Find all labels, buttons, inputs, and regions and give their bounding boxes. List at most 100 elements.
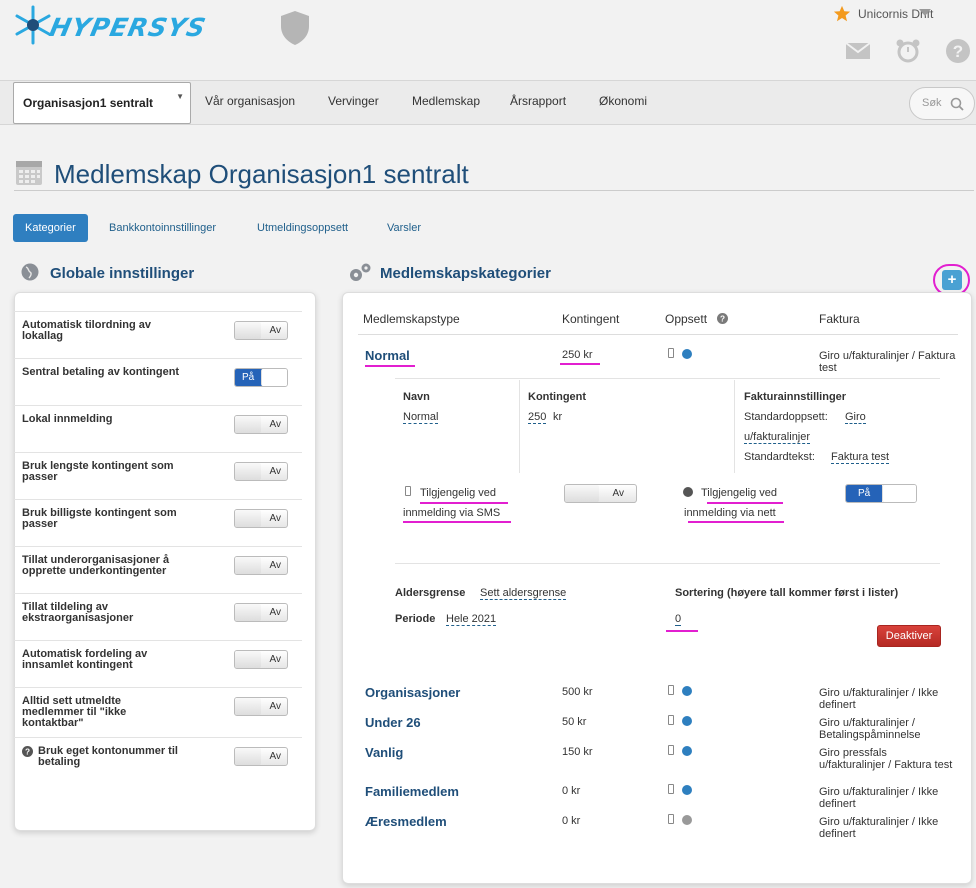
category-name-link[interactable]: Under 26 <box>365 715 421 730</box>
category-fee: 500 kr <box>562 686 593 698</box>
setting-row: Automatisk fordeling av innsamlet kontin… <box>14 640 302 687</box>
header: HYPERSYS Unicornis Drift ? <box>0 0 976 80</box>
star-icon <box>833 5 851 22</box>
category-fee: 0 kr <box>562 785 581 797</box>
phone-icon <box>405 486 411 496</box>
question-icon[interactable]: ? <box>22 746 33 757</box>
logo-text: HYPERSYS <box>46 13 209 42</box>
chevron-down-icon[interactable] <box>919 9 931 17</box>
setting-toggle[interactable]: Av <box>234 462 288 481</box>
highlight-underline <box>365 365 415 367</box>
age-limit-value[interactable]: Sett aldersgrense <box>480 587 567 600</box>
tab-kategorier[interactable]: Kategorier <box>13 214 88 242</box>
web-availability-label: innmelding via nett <box>684 507 776 519</box>
column-header-invoice: Faktura <box>819 312 860 326</box>
setting-label: Bruk billigste kontingent som passer <box>22 507 177 530</box>
setting-toggle[interactable]: Av <box>234 556 288 575</box>
calendar-icon <box>16 161 42 185</box>
detail-invoice-label: Fakturainnstillinger <box>744 391 847 403</box>
highlight-underline <box>420 502 508 504</box>
setting-toggle[interactable]: Av <box>234 321 288 340</box>
search-placeholder: Søk <box>922 97 942 109</box>
category-invoice: Giro u/fakturalinjer / Ikke definert <box>819 786 939 810</box>
column-header-type: Medlemskapstype <box>363 312 460 326</box>
nav-link-arsrapport[interactable]: Årsrapport <box>510 94 566 108</box>
nav-link-medlemskap[interactable]: Medlemskap <box>412 94 480 108</box>
setting-row: Sentral betaling av kontingent På <box>14 358 302 405</box>
search-input[interactable]: Søk <box>909 87 975 120</box>
setting-label: Sentral betaling av kontingent <box>22 366 180 378</box>
web-availability-toggle[interactable]: På <box>845 484 917 503</box>
category-name-link[interactable]: Familiemedlem <box>365 784 459 799</box>
setting-toggle[interactable]: På <box>234 368 288 387</box>
deactivate-button[interactable]: Deaktiver <box>877 625 941 647</box>
setting-toggle[interactable]: Av <box>234 747 288 766</box>
standard-text-value[interactable]: Faktura test <box>831 451 890 464</box>
standard-setup-value[interactable]: u/fakturalinjer <box>744 431 811 444</box>
tab-varsler[interactable]: Varsler <box>387 214 421 242</box>
alarm-clock-icon[interactable] <box>895 38 921 64</box>
column-header-fee: Kontingent <box>562 312 620 326</box>
phone-icon <box>668 348 674 358</box>
add-category-button[interactable]: + <box>942 270 962 290</box>
standard-setup-value[interactable]: Giro <box>845 411 866 424</box>
detail-fee-value[interactable]: 250 <box>528 411 547 424</box>
question-icon[interactable]: ? <box>717 313 728 324</box>
tab-utmeldingsoppsett[interactable]: Utmeldingsoppsett <box>257 214 348 242</box>
setting-toggle[interactable]: Av <box>234 509 288 528</box>
sorting-label: Sortering (høyere tall kommer først i li… <box>675 587 899 599</box>
setting-label: Tillat tildeling av ekstraorganisasjoner <box>22 601 134 624</box>
setting-toggle[interactable]: Av <box>234 650 288 669</box>
category-name-link[interactable]: Normal <box>365 348 410 363</box>
web-availability-label: Tilgjengelig ved <box>701 487 778 499</box>
setting-row: Bruk lengste kontingent som passer Av <box>14 452 302 499</box>
category-invoice: Giro u/fakturalinjer / Faktura test <box>819 350 956 374</box>
search-icon <box>950 97 964 111</box>
category-name-link[interactable]: Vanlig <box>365 745 403 760</box>
setting-toggle[interactable]: Av <box>234 415 288 434</box>
detail-fee-unit: kr <box>553 411 563 423</box>
global-settings-heading: Globale innstillinger <box>50 265 195 282</box>
category-invoice: Giro u/fakturalinjer / Ikke definert <box>819 816 939 840</box>
phone-icon <box>668 745 674 755</box>
globe-icon <box>21 263 39 281</box>
highlight-underline <box>403 521 511 523</box>
category-name-link[interactable]: Organisasjoner <box>365 685 460 700</box>
nav-link-var-organisasjon[interactable]: Vår organisasjon <box>205 94 295 108</box>
nav-link-vervinger[interactable]: Vervinger <box>328 94 379 108</box>
category-invoice: Giro u/fakturalinjer / Betalingspåminnel… <box>819 717 921 741</box>
main-nav: Organisasjon1 sentralt ▼ Vår organisasjo… <box>0 80 976 125</box>
setting-toggle[interactable]: Av <box>234 697 288 716</box>
help-icon[interactable]: ? <box>945 38 971 64</box>
period-value[interactable]: Hele 2021 <box>446 613 497 626</box>
svg-text:?: ? <box>720 315 725 324</box>
category-name-link[interactable]: Æresmedlem <box>365 814 447 829</box>
category-fee: 150 kr <box>562 746 593 758</box>
setting-toggle[interactable]: Av <box>234 603 288 622</box>
globe-icon <box>682 716 692 726</box>
standard-text-label: Standardtekst: <box>744 451 815 463</box>
setting-label: Tillat underorganisasjoner å opprette un… <box>22 554 170 577</box>
phone-icon <box>668 784 674 794</box>
setting-label: Lokal innmelding <box>22 413 113 425</box>
detail-divider <box>519 380 520 473</box>
highlight-underline <box>688 521 784 523</box>
tab-bankkontoinnstillinger[interactable]: Bankkontoinnstillinger <box>109 214 216 242</box>
highlight-underline <box>666 630 698 632</box>
svg-text:?: ? <box>953 42 963 61</box>
category-invoice: Giro pressfals u/fakturalinjer / Faktura… <box>819 747 953 771</box>
setting-label: Bruk lengste kontingent som passer <box>22 460 174 483</box>
mail-icon[interactable] <box>845 42 871 60</box>
nav-link-okonomi[interactable]: Økonomi <box>599 94 647 108</box>
sorting-value[interactable]: 0 <box>675 613 682 626</box>
select-caret-icon: ▼ <box>176 92 184 101</box>
globe-icon <box>682 785 692 795</box>
sms-availability-toggle[interactable]: Av <box>564 484 637 503</box>
table-header-divider <box>358 334 958 335</box>
membership-categories-heading: Medlemskapskategorier <box>380 265 551 282</box>
setting-row: Tillat tildeling av ekstraorganisasjoner… <box>14 593 302 640</box>
detail-name-value[interactable]: Normal <box>403 411 439 424</box>
organization-select[interactable]: Organisasjon1 sentralt ▼ <box>13 82 191 124</box>
category-fee: 250 kr <box>562 349 593 361</box>
svg-text:?: ? <box>25 748 30 757</box>
